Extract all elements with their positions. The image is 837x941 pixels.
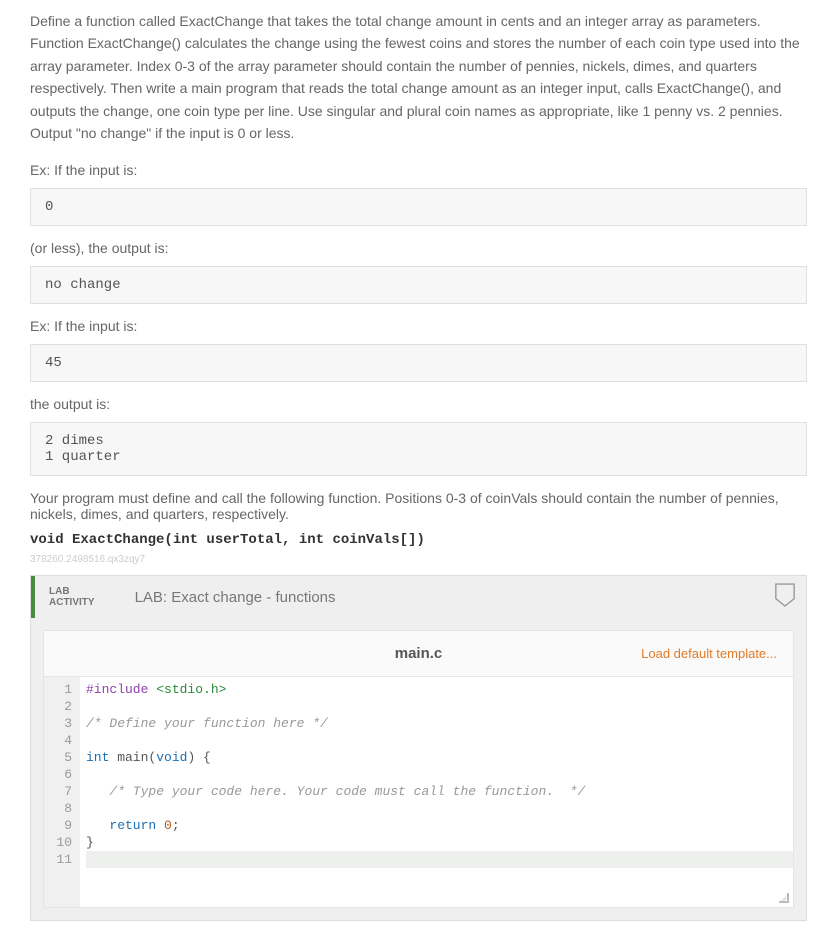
line-number: 10 — [48, 834, 72, 851]
editor-toolbar: main.c Load default template... — [44, 631, 793, 677]
line-number: 7 — [48, 783, 72, 800]
must-define-text: Your program must define and call the fo… — [30, 490, 807, 522]
editor-filename: main.c — [395, 645, 443, 662]
example1-orless: (or less), the output is: — [30, 240, 807, 256]
code-line[interactable]: int main(void) { — [86, 749, 793, 766]
line-number: 6 — [48, 766, 72, 783]
line-number: 4 — [48, 732, 72, 749]
code-line[interactable]: return 0; — [86, 817, 793, 834]
load-default-template-link[interactable]: Load default template... — [641, 646, 777, 661]
watermark-text: 378260.2498516.qx3zqy7 — [30, 554, 807, 565]
code-lines[interactable]: #include <stdio.h> /* Define your functi… — [80, 677, 793, 907]
shield-icon — [774, 582, 796, 608]
line-number: 2 — [48, 698, 72, 715]
example1-label: Ex: If the input is: — [30, 162, 807, 178]
example2-label: Ex: If the input is: — [30, 318, 807, 334]
code-line[interactable]: /* Type your code here. Your code must c… — [86, 783, 793, 800]
line-number: 11 — [48, 851, 72, 868]
code-line[interactable] — [86, 851, 793, 868]
code-editor-panel: main.c Load default template... 12345678… — [43, 630, 794, 908]
line-number: 9 — [48, 817, 72, 834]
code-line[interactable]: } — [86, 834, 793, 851]
example1-input-box: 0 — [30, 188, 807, 226]
lab-panel: LAB ACTIVITY LAB: Exact change - functio… — [30, 575, 807, 921]
line-number: 1 — [48, 681, 72, 698]
problem-description: Define a function called ExactChange tha… — [30, 10, 807, 144]
example2-output-label: the output is: — [30, 396, 807, 412]
code-line[interactable]: #include <stdio.h> — [86, 681, 793, 698]
lab-header: LAB ACTIVITY LAB: Exact change - functio… — [31, 576, 806, 618]
code-line[interactable] — [86, 732, 793, 749]
code-line[interactable] — [86, 800, 793, 817]
line-number-gutter: 1234567891011 — [44, 677, 80, 907]
example2-input-box: 45 — [30, 344, 807, 382]
lab-badge: LAB ACTIVITY — [49, 586, 95, 608]
lab-badge-line1: LAB — [49, 586, 95, 597]
line-number: 8 — [48, 800, 72, 817]
code-line[interactable]: /* Define your function here */ — [86, 715, 793, 732]
function-signature: void ExactChange(int userTotal, int coin… — [30, 532, 807, 548]
lab-badge-line2: ACTIVITY — [49, 597, 95, 608]
code-editor[interactable]: 1234567891011 #include <stdio.h> /* Defi… — [44, 677, 793, 907]
resize-grip-icon[interactable] — [777, 891, 789, 903]
example1-output-box: no change — [30, 266, 807, 304]
lab-title: LAB: Exact change - functions — [135, 589, 336, 606]
code-line[interactable] — [86, 698, 793, 715]
line-number: 3 — [48, 715, 72, 732]
line-number: 5 — [48, 749, 72, 766]
example2-output-box: 2 dimes 1 quarter — [30, 422, 807, 476]
code-line[interactable] — [86, 766, 793, 783]
